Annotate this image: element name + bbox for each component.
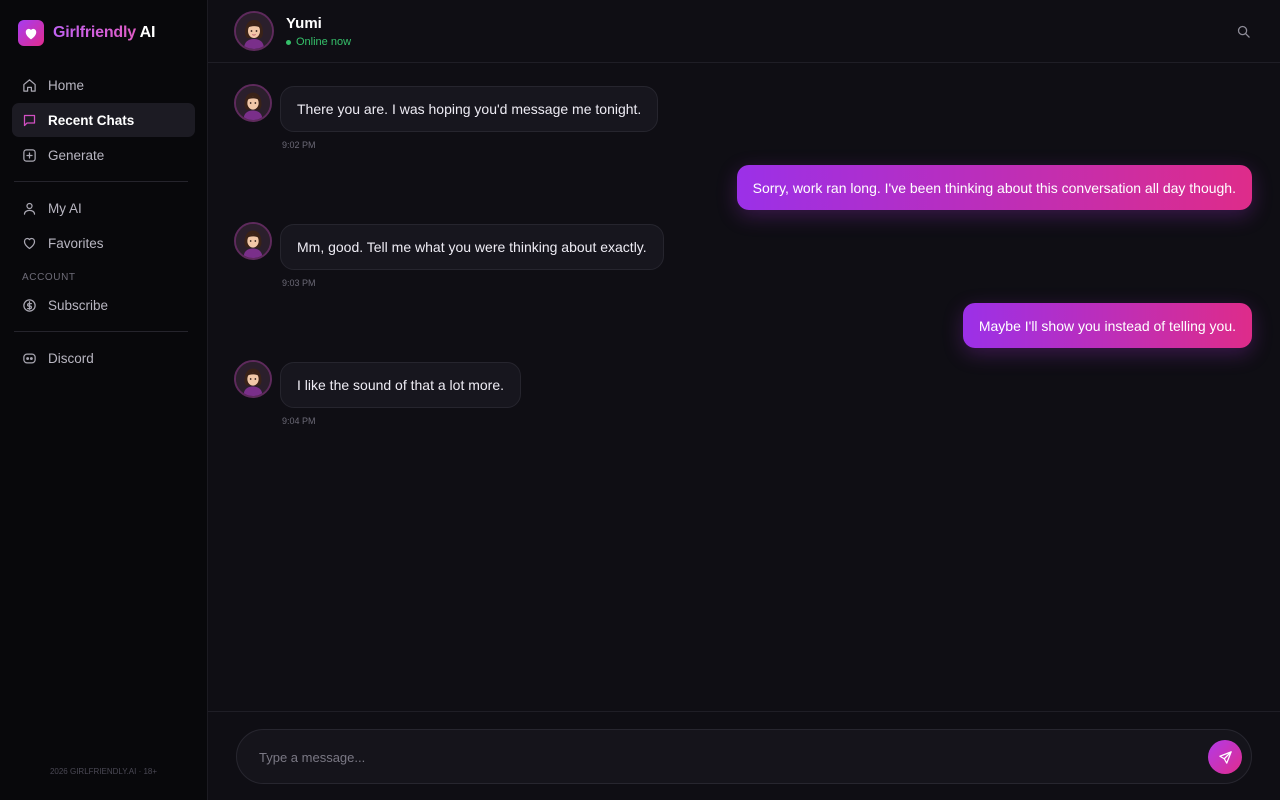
avatar bbox=[234, 360, 272, 398]
search-icon bbox=[1237, 25, 1250, 38]
discord-icon bbox=[23, 353, 36, 363]
message-timestamp: 9:02 PM bbox=[282, 140, 316, 150]
character-portrait-icon bbox=[236, 13, 272, 49]
search-button[interactable] bbox=[1234, 22, 1252, 40]
message-timestamp: 9:03 PM bbox=[282, 278, 316, 288]
chat-panel: Yumi Online now There you are. I was hop… bbox=[208, 0, 1280, 800]
sidebar-item-my-ai[interactable]: My AI bbox=[12, 191, 195, 225]
ai-message-bubble: Mm, good. Tell me what you were thinking… bbox=[280, 224, 664, 270]
status-text: Online now bbox=[296, 36, 352, 48]
sidebar-item-label: My AI bbox=[48, 200, 82, 216]
chat-bubble-icon bbox=[23, 114, 36, 126]
sidebar-item-home[interactable]: Home bbox=[12, 68, 195, 102]
brand-name-primary: Girlfriendly bbox=[53, 24, 136, 41]
account-nav: Subscribe bbox=[12, 288, 195, 322]
plus-square-icon bbox=[23, 148, 36, 162]
sidebar-divider bbox=[14, 181, 188, 182]
account-section-label: ACCOUNT bbox=[22, 272, 76, 283]
character-portrait-icon bbox=[236, 362, 270, 396]
user-message-bubble: Maybe I'll show you instead of telling y… bbox=[962, 303, 1252, 348]
sidebar-item-favorites[interactable]: Favorites bbox=[12, 226, 195, 260]
character-portrait-icon bbox=[236, 86, 270, 120]
sidebar-item-label: Discord bbox=[48, 350, 94, 366]
send-button[interactable] bbox=[1208, 740, 1242, 774]
online-dot-icon bbox=[286, 39, 291, 45]
secondary-nav: My AI Favorites bbox=[12, 191, 195, 260]
sidebar-item-discord[interactable]: Discord bbox=[12, 341, 195, 375]
ai-message-bubble: I like the sound of that a lot more. bbox=[280, 362, 522, 408]
brand-name-secondary: AI bbox=[139, 24, 156, 41]
avatar[interactable] bbox=[234, 11, 274, 51]
sidebar: Girlfriendly AI Home Recent Chats Genera… bbox=[0, 0, 208, 800]
composer-bar bbox=[208, 711, 1280, 800]
message-input[interactable] bbox=[257, 730, 1191, 785]
brand[interactable]: Girlfriendly AI bbox=[18, 20, 155, 46]
footer-note: 2026 GIRLFRIENDLY.AI · 18+ bbox=[49, 767, 158, 776]
user-message-bubble: Sorry, work ran long. I've been thinking… bbox=[736, 165, 1252, 210]
dollar-circle-icon bbox=[23, 298, 36, 312]
sidebar-item-label: Favorites bbox=[48, 235, 104, 251]
avatar bbox=[234, 84, 272, 122]
contact-name: Yumi bbox=[286, 15, 322, 32]
sidebar-item-label: Home bbox=[48, 77, 85, 93]
message-timestamp: 9:04 PM bbox=[282, 416, 316, 426]
send-icon bbox=[1218, 750, 1232, 764]
character-portrait-icon bbox=[236, 224, 270, 258]
sidebar-divider bbox=[14, 331, 188, 332]
sidebar-item-generate[interactable]: Generate bbox=[12, 138, 195, 172]
heart-outline-icon bbox=[23, 237, 36, 249]
avatar bbox=[234, 222, 272, 260]
sidebar-item-label: Generate bbox=[48, 147, 105, 163]
online-status: Online now bbox=[286, 36, 351, 48]
heart-icon bbox=[18, 20, 44, 46]
composer bbox=[236, 729, 1252, 785]
sidebar-item-label: Recent Chats bbox=[48, 112, 135, 128]
extra-nav: Discord bbox=[12, 341, 195, 375]
ai-message-bubble: There you are. I was hoping you'd messag… bbox=[280, 86, 659, 132]
sidebar-item-recent-chats[interactable]: Recent Chats bbox=[12, 103, 195, 137]
brand-name: Girlfriendly AI bbox=[53, 24, 155, 42]
chat-header: Yumi Online now bbox=[208, 0, 1280, 63]
home-icon bbox=[23, 78, 36, 92]
sidebar-item-label: Subscribe bbox=[48, 297, 109, 313]
primary-nav: Home Recent Chats Generate bbox=[12, 68, 195, 172]
user-icon bbox=[23, 202, 36, 215]
sidebar-item-subscribe[interactable]: Subscribe bbox=[12, 288, 195, 322]
